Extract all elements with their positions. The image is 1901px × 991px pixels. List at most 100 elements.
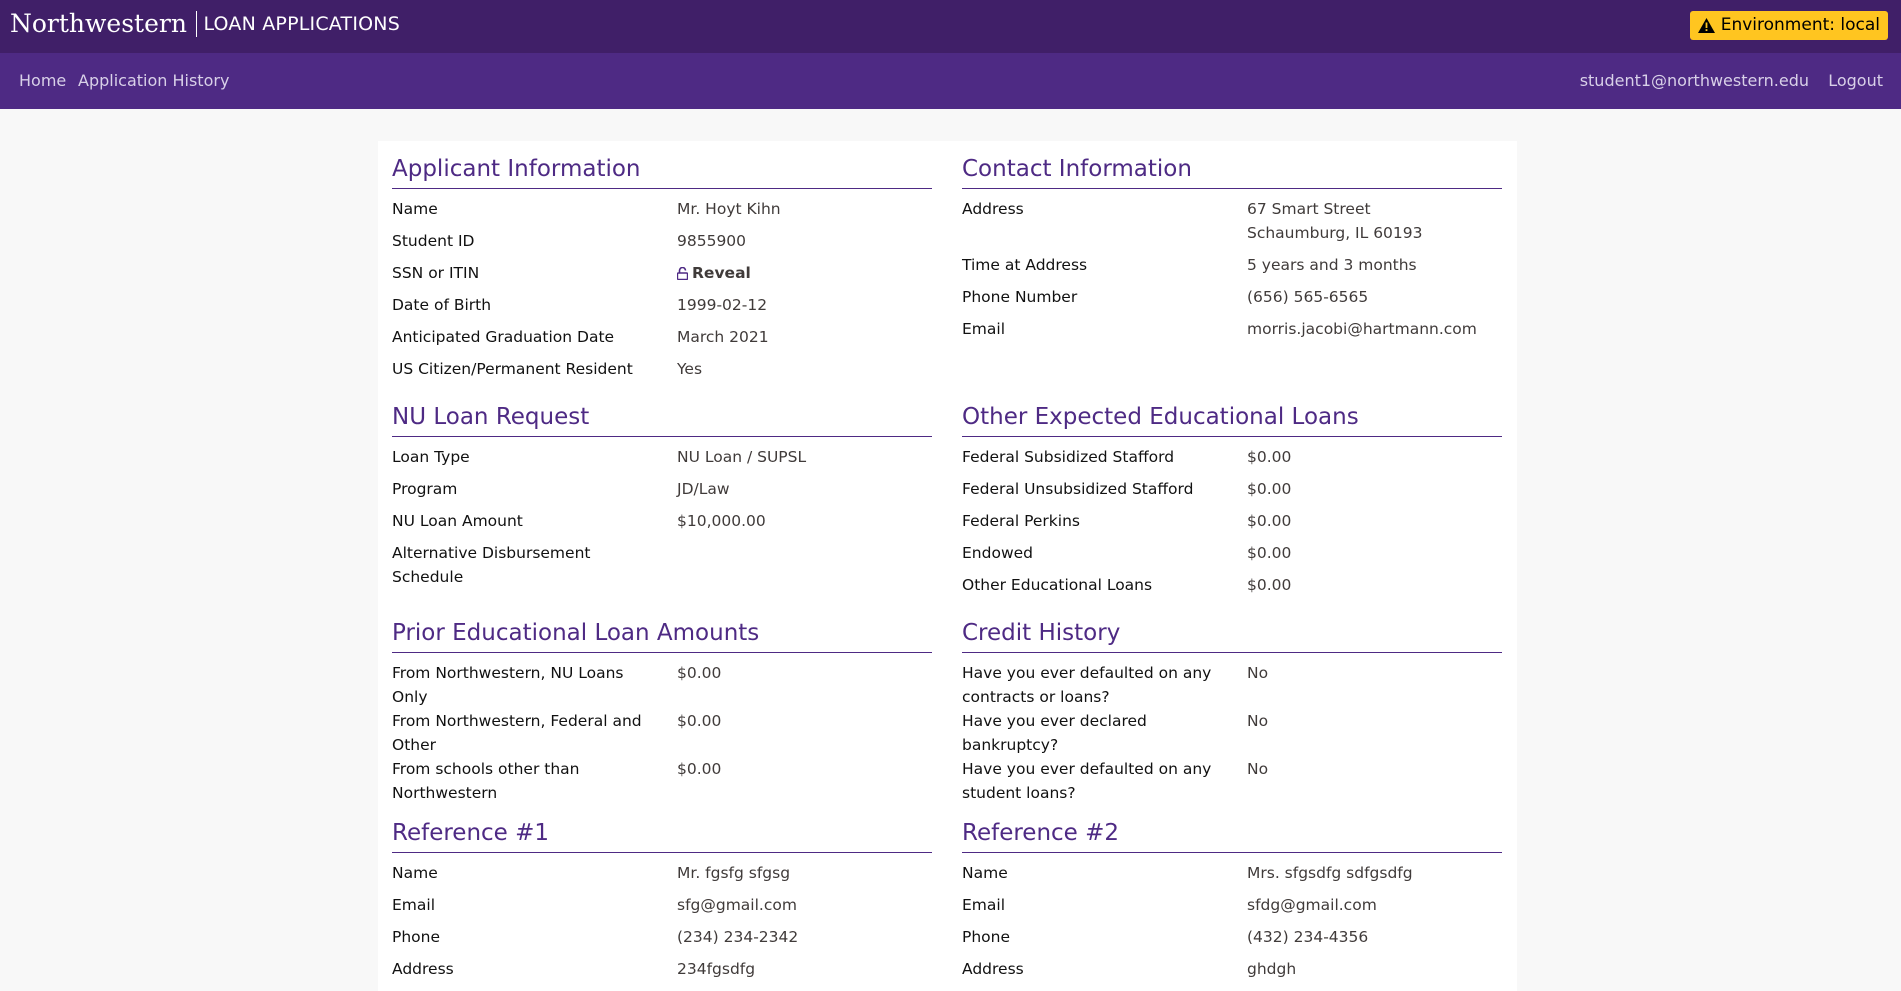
environment-label: Environment: local xyxy=(1720,15,1880,35)
nav-application-history[interactable]: Application History xyxy=(78,53,229,109)
row-label: Email xyxy=(962,320,1006,338)
row-label: Other Educational Loans xyxy=(962,576,1153,594)
contact-section: Contact Information Address 67 Smart Str… xyxy=(962,154,1502,349)
row-value: Yes xyxy=(677,360,703,378)
detail-row: Email sfdg@gmail.com xyxy=(962,893,1502,917)
detail-row: Other Educational Loans $0.00 xyxy=(962,573,1502,597)
detail-row: Endowed $0.00 xyxy=(962,541,1502,565)
row-label: Email xyxy=(392,896,436,914)
ssn-reveal-link[interactable]: Reveal xyxy=(677,261,751,285)
row-value: Mr. fgsfg sfgsg xyxy=(677,864,791,882)
row-value: ghdgh xyxy=(1247,960,1297,978)
row-value: JD/Law xyxy=(677,480,730,498)
brand-divider xyxy=(195,11,198,37)
row-value: (234) 234-2342 xyxy=(677,928,799,946)
detail-row: Phone Number (656) 565-6565 xyxy=(962,285,1502,309)
row-value: $0.00 xyxy=(1247,512,1292,530)
reference-1-section: Reference #1 Name Mr. fgsfg sfgsg Email … xyxy=(392,818,932,989)
row-label: Name xyxy=(392,864,438,882)
row-value: sfdg@gmail.com xyxy=(1247,896,1377,914)
detail-row: Address 234fgsdfg xyxy=(392,957,932,981)
row-label: Have you ever defaulted on any student l… xyxy=(962,760,1212,802)
row-value: $0.00 xyxy=(1247,480,1292,498)
loan-request-section: NU Loan Request Loan Type NU Loan / SUPS… xyxy=(392,402,932,597)
row-label: Name xyxy=(392,200,438,218)
section-title: Prior Educational Loan Amounts xyxy=(392,618,932,653)
detail-row: Email sfg@gmail.com xyxy=(392,893,932,917)
section-title: NU Loan Request xyxy=(392,402,932,437)
row-value: $0.00 xyxy=(1247,576,1292,594)
row-label: Date of Birth xyxy=(392,296,492,314)
row-label: Time at Address xyxy=(962,256,1088,274)
detail-row: Program JD/Law xyxy=(392,477,932,501)
reference-2-section: Reference #2 Name Mrs. sfgsdfg sdfgsdfg … xyxy=(962,818,1502,989)
main-nav: Home Application History student1@northw… xyxy=(0,53,1901,109)
detail-row: Name Mr. fgsfg sfgsg xyxy=(392,861,932,885)
row-label: Anticipated Graduation Date xyxy=(392,328,615,346)
row-value: 5 years and 3 months xyxy=(1247,256,1417,274)
row-label: Student ID xyxy=(392,232,475,250)
section-title: Credit History xyxy=(962,618,1502,653)
detail-row: Phone (234) 234-2342 xyxy=(392,925,932,949)
row-label: Address xyxy=(392,960,454,978)
detail-row: Address ghdgh xyxy=(962,957,1502,981)
row-label: Endowed xyxy=(962,544,1033,562)
row-label: Phone xyxy=(392,928,441,946)
section-title: Reference #2 xyxy=(962,818,1502,853)
row-label: Address xyxy=(962,200,1024,218)
other-loans-section: Other Expected Educational Loans Federal… xyxy=(962,402,1502,605)
row-label: Have you ever declared bankruptcy? xyxy=(962,712,1147,754)
row-label: Federal Unsubsidized Stafford xyxy=(962,480,1194,498)
row-label: Email xyxy=(962,896,1006,914)
row-value: 9855900 xyxy=(677,232,747,250)
row-label: Address xyxy=(962,960,1024,978)
address-line-1: 67 Smart Street xyxy=(1247,200,1371,218)
row-value: 234fgsdfg xyxy=(677,960,756,978)
row-label: Federal Perkins xyxy=(962,512,1080,530)
row-value: sfg@gmail.com xyxy=(677,896,797,914)
row-value: $0.00 xyxy=(1247,544,1292,562)
detail-row: Anticipated Graduation Date March 2021 xyxy=(392,325,932,349)
credit-history-section: Credit History Have you ever defaulted o… xyxy=(962,618,1502,805)
detail-row: From Northwestern, Federal and Other $0.… xyxy=(392,709,932,757)
row-value: $0.00 xyxy=(1247,448,1292,466)
nav-logout[interactable]: Logout xyxy=(1828,53,1883,109)
detail-row: Federal Unsubsidized Stafford $0.00 xyxy=(962,477,1502,501)
row-value: NU Loan / SUPSL xyxy=(677,448,807,466)
detail-row: NU Loan Amount $10,000.00 xyxy=(392,509,932,533)
row-label: Loan Type xyxy=(392,448,470,466)
detail-row: SSN or ITIN Reveal xyxy=(392,261,932,285)
section-title: Applicant Information xyxy=(392,154,932,189)
detail-row: Student ID 9855900 xyxy=(392,229,932,253)
nav-home[interactable]: Home xyxy=(19,53,66,109)
detail-row: Alternative Disbursement Schedule xyxy=(392,541,932,589)
row-value: $10,000.00 xyxy=(677,512,766,530)
detail-row: US Citizen/Permanent Resident Yes xyxy=(392,357,932,381)
row-label: Name xyxy=(962,864,1008,882)
detail-row: Have you ever declared bankruptcy? No xyxy=(962,709,1502,757)
address-line-2: Schaumburg, IL 60193 xyxy=(1247,224,1423,242)
row-value: No xyxy=(1247,760,1269,778)
detail-row: Loan Type NU Loan / SUPSL xyxy=(392,445,932,469)
brand-subtitle: LOAN APPLICATIONS xyxy=(203,13,400,35)
row-value: morris.jacobi@hartmann.com xyxy=(1247,320,1477,338)
row-label: US Citizen/Permanent Resident xyxy=(392,360,633,378)
detail-row: Name Mr. Hoyt Kihn xyxy=(392,197,932,221)
row-value: (656) 565-6565 xyxy=(1247,288,1369,306)
row-label: NU Loan Amount xyxy=(392,512,523,530)
detail-row: Name Mrs. sfgsdfg sdfgsdfg xyxy=(962,861,1502,885)
detail-row: Date of Birth 1999-02-12 xyxy=(392,293,932,317)
brand-name: Northwestern xyxy=(10,9,187,38)
row-value: 67 Smart Street Schaumburg, IL 60193 xyxy=(1247,197,1423,245)
row-value: 1999-02-12 xyxy=(677,296,768,314)
reveal-label: Reveal xyxy=(692,264,751,282)
application-detail-card: Applicant Information Name Mr. Hoyt Kihn… xyxy=(378,141,1517,991)
row-label: From Northwestern, Federal and Other xyxy=(392,712,642,754)
row-value: $0.00 xyxy=(677,760,722,778)
row-value: No xyxy=(1247,712,1269,730)
environment-badge: Environment: local xyxy=(1689,11,1888,40)
detail-row: Have you ever defaulted on any student l… xyxy=(962,757,1502,805)
brand-logo[interactable]: Northwestern LOAN APPLICATIONS xyxy=(10,9,400,39)
row-value: Mr. Hoyt Kihn xyxy=(677,200,781,218)
nav-user-email[interactable]: student1@northwestern.edu xyxy=(1580,53,1809,109)
